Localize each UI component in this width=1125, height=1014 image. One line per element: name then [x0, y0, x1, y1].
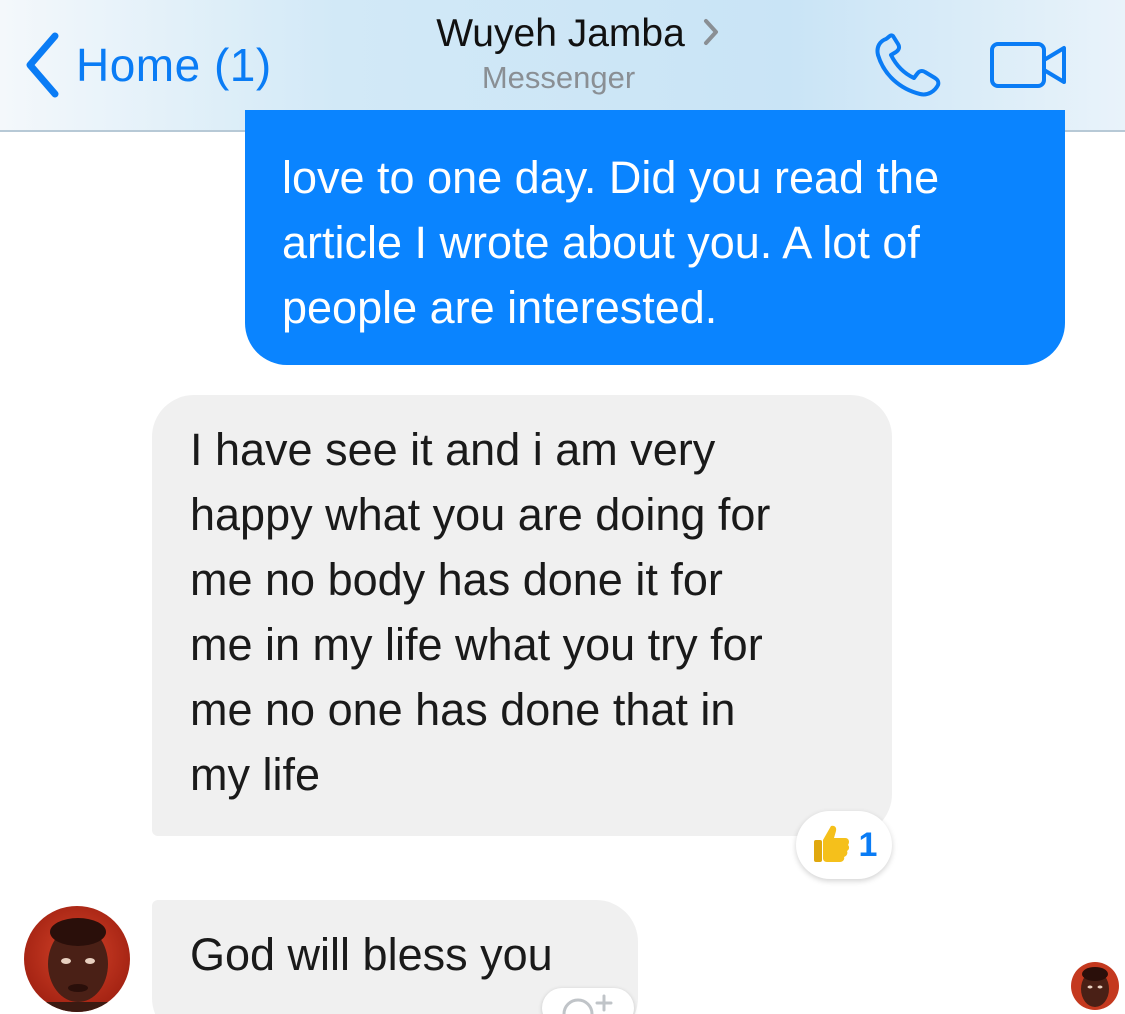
contact-title-button[interactable]: Wuyeh Jamba	[406, 12, 719, 56]
voice-call-button[interactable]	[872, 33, 944, 99]
video-camera-icon	[988, 42, 1070, 94]
message-line: me no one has done that in	[190, 684, 736, 735]
message-line: I have see it and i am very	[190, 424, 716, 475]
back-button[interactable]: Home (1)	[22, 30, 272, 100]
message-line: me no body has done it for	[190, 554, 723, 605]
message-line: my life	[190, 749, 321, 800]
add-reaction-button[interactable]	[542, 988, 634, 1014]
message-line: people are interested.	[282, 282, 718, 333]
reaction-count: 1	[858, 825, 878, 864]
message-line: me in my life what you try for	[190, 619, 763, 670]
avatar[interactable]	[24, 906, 130, 1012]
outgoing-message-bubble[interactable]: love to one day. Did you read the articl…	[245, 110, 1065, 365]
message-line: article I wrote about you. A lot of	[282, 217, 920, 268]
incoming-message-bubble[interactable]: I have see it and i am very happy what y…	[152, 395, 892, 836]
video-call-button[interactable]	[988, 40, 1070, 90]
message-line: love to one day. Did you read the	[282, 152, 940, 203]
read-receipt-avatar	[1071, 962, 1119, 1010]
back-label: Home (1)	[76, 39, 272, 91]
contact-name: Wuyeh Jamba	[436, 12, 685, 55]
conversation-screen: Home (1) Wuyeh Jamba Messenger love to o…	[0, 0, 1125, 1014]
message-line: God will bless you	[190, 929, 553, 980]
message-line: happy what you are doing for	[190, 489, 771, 540]
thumbs-up-icon	[811, 822, 851, 869]
phone-icon	[872, 33, 944, 103]
chevron-right-icon	[703, 18, 719, 51]
chevron-left-icon	[22, 32, 62, 98]
reaction-badge[interactable]: 1	[796, 811, 892, 879]
